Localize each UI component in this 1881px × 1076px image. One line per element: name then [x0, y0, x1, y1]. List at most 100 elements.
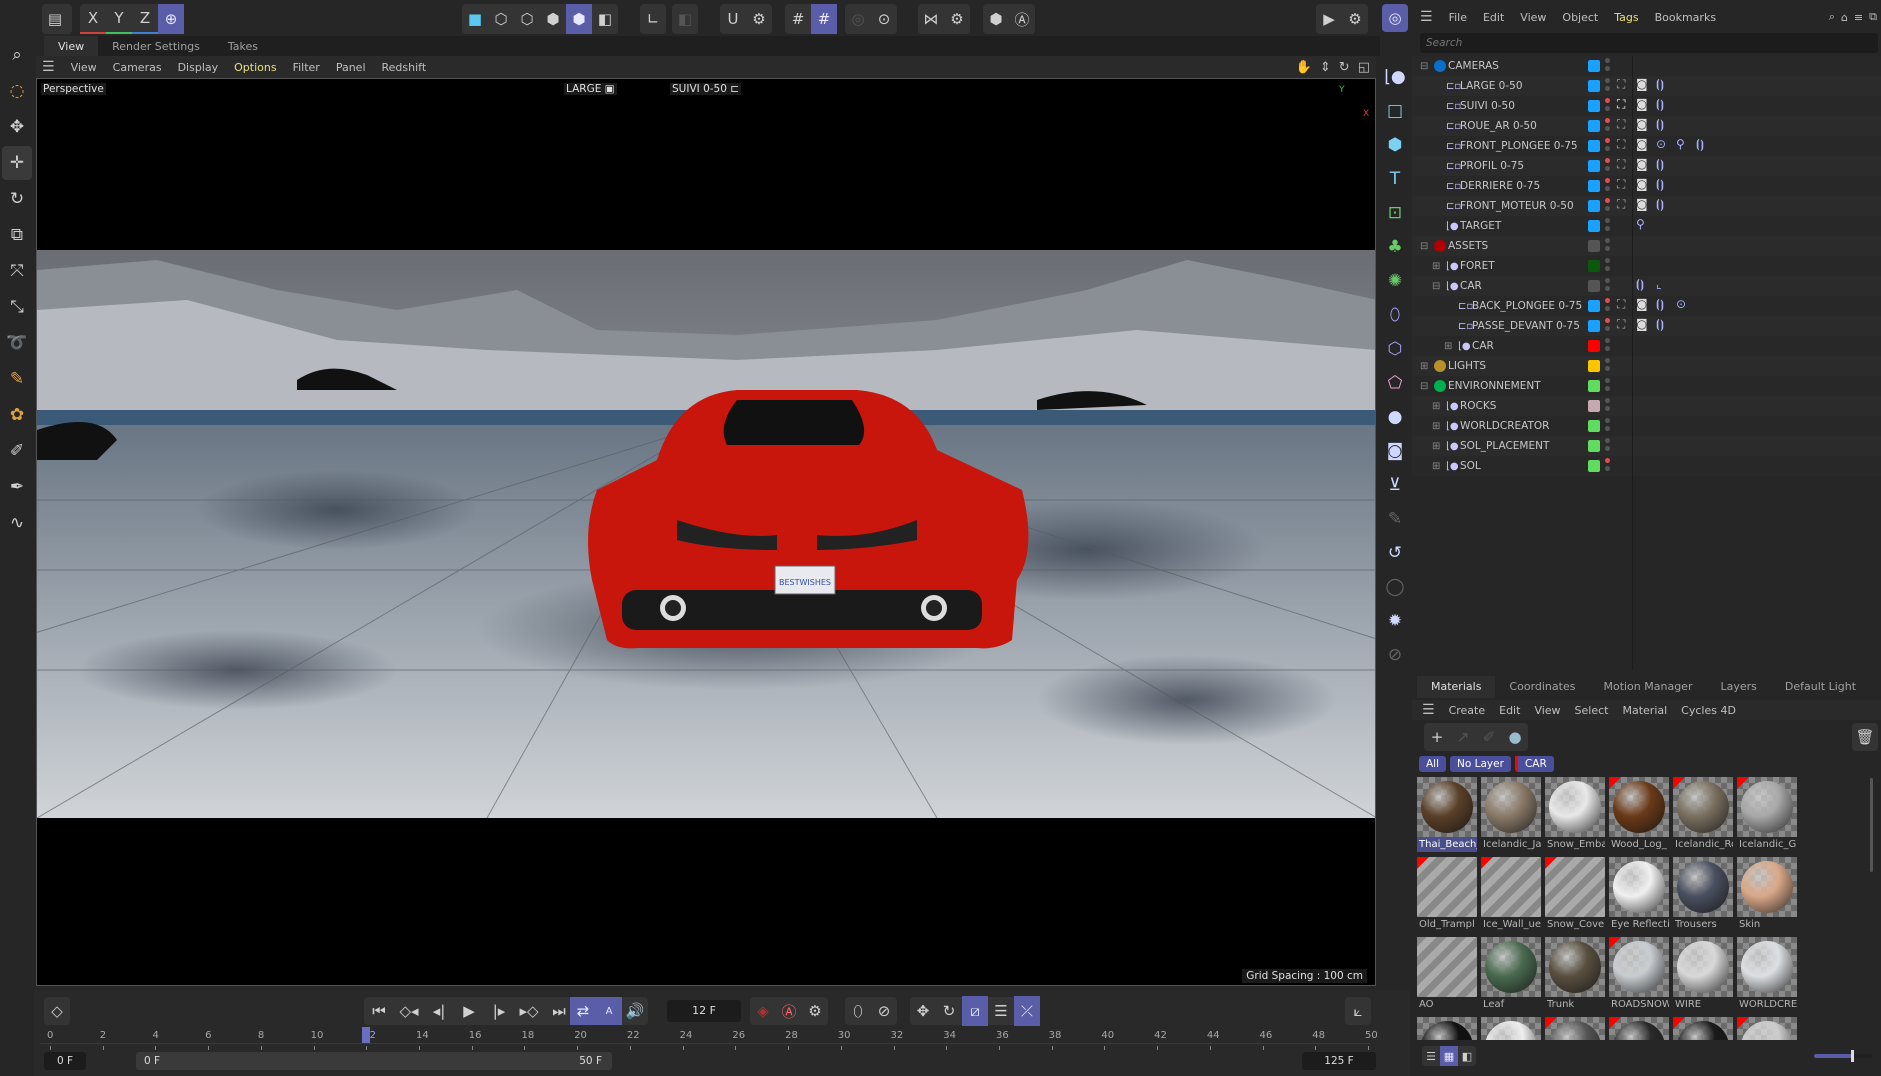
frame-tag-icon[interactable]: ⛶	[1617, 317, 1625, 332]
layer-color-swatch[interactable]	[1588, 400, 1600, 412]
layer-color-swatch[interactable]	[1588, 440, 1600, 452]
camera-tag-icon[interactable]: ◙	[1636, 157, 1648, 171]
frame-tag-icon[interactable]: ⛶	[1617, 157, 1625, 172]
pen-icon[interactable]: ✒	[2, 470, 32, 504]
object-row[interactable]: ⊞ LIGHTS	[1412, 356, 1881, 376]
range-end-field[interactable]: 125 F	[1302, 1052, 1376, 1070]
tab-takes[interactable]: Takes	[214, 36, 272, 56]
tab-view[interactable]: View	[44, 36, 99, 56]
target-tag-icon[interactable]: ⊙	[1676, 297, 1686, 311]
apply-icon[interactable]: ↗	[1450, 722, 1476, 752]
preview-range-bar[interactable]: 0 F 50 F	[136, 1052, 612, 1070]
scale-icon[interactable]: ⧉	[2, 218, 32, 252]
object-row[interactable]: ⊞ ⌊● SOL	[1412, 456, 1881, 476]
range-start-field[interactable]: 0 F	[44, 1052, 86, 1070]
cube-icon[interactable]: ⬢	[1380, 128, 1410, 162]
om-menu-view[interactable]: View	[1520, 11, 1546, 24]
menu-view[interactable]: View	[71, 61, 97, 74]
frame-tag-icon[interactable]: ⛶	[1617, 177, 1625, 192]
mat-menu-select[interactable]: Select	[1575, 704, 1609, 717]
object-row[interactable]: ⌊● TARGET	[1412, 216, 1881, 236]
symmetry-icon[interactable]: ⋈	[918, 4, 944, 34]
visibility-dots[interactable]	[1605, 138, 1610, 151]
y-axis-lock-button[interactable]: Y	[106, 4, 132, 34]
visibility-dots[interactable]	[1605, 458, 1610, 471]
vibrate-tag-icon[interactable]: ⦗⦘	[1656, 177, 1664, 192]
visibility-dots[interactable]	[1605, 218, 1610, 231]
visibility-dots[interactable]	[1605, 278, 1610, 291]
mat-menu-edit[interactable]: Edit	[1499, 704, 1520, 717]
render-view-icon[interactable]: ▶	[1316, 4, 1342, 34]
camera-label[interactable]: LARGE ▣	[564, 83, 617, 95]
visibility-dots[interactable]	[1605, 118, 1610, 131]
eyedropper-icon[interactable]: ✐	[1476, 722, 1502, 752]
select-tool-icon[interactable]: ✥	[2, 110, 32, 144]
hamburger-icon[interactable]: ☰	[42, 59, 55, 75]
maximize-view-icon[interactable]: ◱	[1358, 60, 1370, 75]
object-mode-icon[interactable]: ⬢	[566, 4, 592, 34]
null-object-icon[interactable]: ⌊●	[1380, 60, 1410, 94]
layer-color-swatch[interactable]	[1588, 360, 1600, 372]
keyframe-icon[interactable]: ◇	[44, 996, 70, 1026]
camera-tag-icon[interactable]: ◙	[1636, 297, 1648, 311]
expand-icon[interactable]: ⊞	[1432, 461, 1440, 472]
layer-color-swatch[interactable]	[1588, 200, 1600, 212]
frame-active-tag-icon[interactable]: ⛶	[1617, 97, 1625, 112]
layer-filter-no-layer[interactable]: No Layer	[1450, 756, 1511, 772]
key-position-icon[interactable]: ✥	[910, 996, 936, 1026]
visibility-dots[interactable]	[1605, 198, 1610, 211]
visibility-dots[interactable]	[1605, 298, 1610, 311]
visibility-dots[interactable]	[1605, 98, 1610, 111]
archive-icon[interactable]: ▤	[42, 4, 68, 34]
material-item[interactable]: Snow_Cove	[1545, 857, 1605, 933]
z-axis-lock-button[interactable]: Z	[132, 4, 158, 34]
key-param-icon[interactable]: ☰	[988, 996, 1014, 1026]
layer-color-swatch[interactable]	[1588, 80, 1600, 92]
vibrate-tag-icon[interactable]: ⦗⦘	[1656, 77, 1664, 92]
material-item[interactable]: Trunk	[1545, 937, 1605, 1013]
generator-icon[interactable]: ⊡	[1380, 196, 1410, 230]
pin-tag-icon[interactable]: ⚲	[1676, 137, 1685, 151]
paint-icon[interactable]: ✿	[2, 398, 32, 432]
menu-filter[interactable]: Filter	[293, 61, 320, 74]
mouse-icon[interactable]: ⬯	[845, 996, 871, 1026]
snap-magnet-icon[interactable]: U	[720, 4, 746, 34]
collapse-icon[interactable]: ⊟	[1420, 381, 1428, 392]
trash-icon[interactable]: 🗑	[1852, 722, 1878, 752]
camera-tag-icon[interactable]: ◙	[1636, 197, 1648, 211]
list-view-icon[interactable]: ☰	[1422, 1046, 1440, 1066]
visibility-dots[interactable]	[1605, 58, 1610, 71]
material-item[interactable]: Icelandic_Gl	[1737, 777, 1797, 853]
model-mode-icon[interactable]: ■	[462, 4, 488, 34]
visibility-dots[interactable]	[1605, 358, 1610, 371]
frame-tag-icon[interactable]: ⛶	[1617, 77, 1625, 92]
layer-color-swatch[interactable]	[1588, 140, 1600, 152]
uv-mode-icon[interactable]: ◧	[592, 4, 618, 34]
visibility-dots[interactable]	[1605, 258, 1610, 271]
search-icon[interactable]: ⌕	[2, 38, 32, 72]
grid-icon[interactable]: #	[785, 4, 811, 34]
sculpt-icon[interactable]: ✐	[2, 434, 32, 468]
layer-color-swatch[interactable]	[1588, 60, 1600, 72]
vibrate-tag-icon[interactable]: ⦗⦘	[1656, 317, 1664, 332]
brush-icon[interactable]: ✎	[2, 362, 32, 396]
object-row[interactable]: ⊟ ASSETS	[1412, 236, 1881, 256]
layer-color-swatch[interactable]	[1588, 280, 1600, 292]
expand-icon[interactable]: ⊞	[1432, 441, 1440, 452]
visibility-dots[interactable]	[1605, 178, 1610, 191]
om-menu-file[interactable]: File	[1449, 11, 1467, 24]
camera-tag-icon[interactable]: ◙	[1636, 97, 1648, 111]
new-material-icon[interactable]: +	[1424, 722, 1450, 752]
camera-tag-icon[interactable]: ◙	[1636, 137, 1648, 151]
current-frame-field[interactable]: 12 F	[667, 1000, 741, 1022]
material-item[interactable]: ROADSNOW	[1609, 937, 1669, 1013]
material-item[interactable]	[1481, 1017, 1541, 1040]
camera-tag-icon[interactable]: ◙	[1636, 317, 1648, 331]
scale-points-icon[interactable]: ⤡	[2, 290, 32, 324]
object-row[interactable]: ⊞ ⌊● CAR	[1412, 336, 1881, 356]
live-selection-icon[interactable]: ◌	[2, 74, 32, 108]
record-icon[interactable]: ◯	[1380, 570, 1410, 604]
vibrate-tag-icon[interactable]: ⦗⦘	[1656, 197, 1664, 212]
prev-key-icon[interactable]: ◇◂	[394, 996, 424, 1026]
soft-selection-icon[interactable]: ◎	[845, 4, 871, 34]
